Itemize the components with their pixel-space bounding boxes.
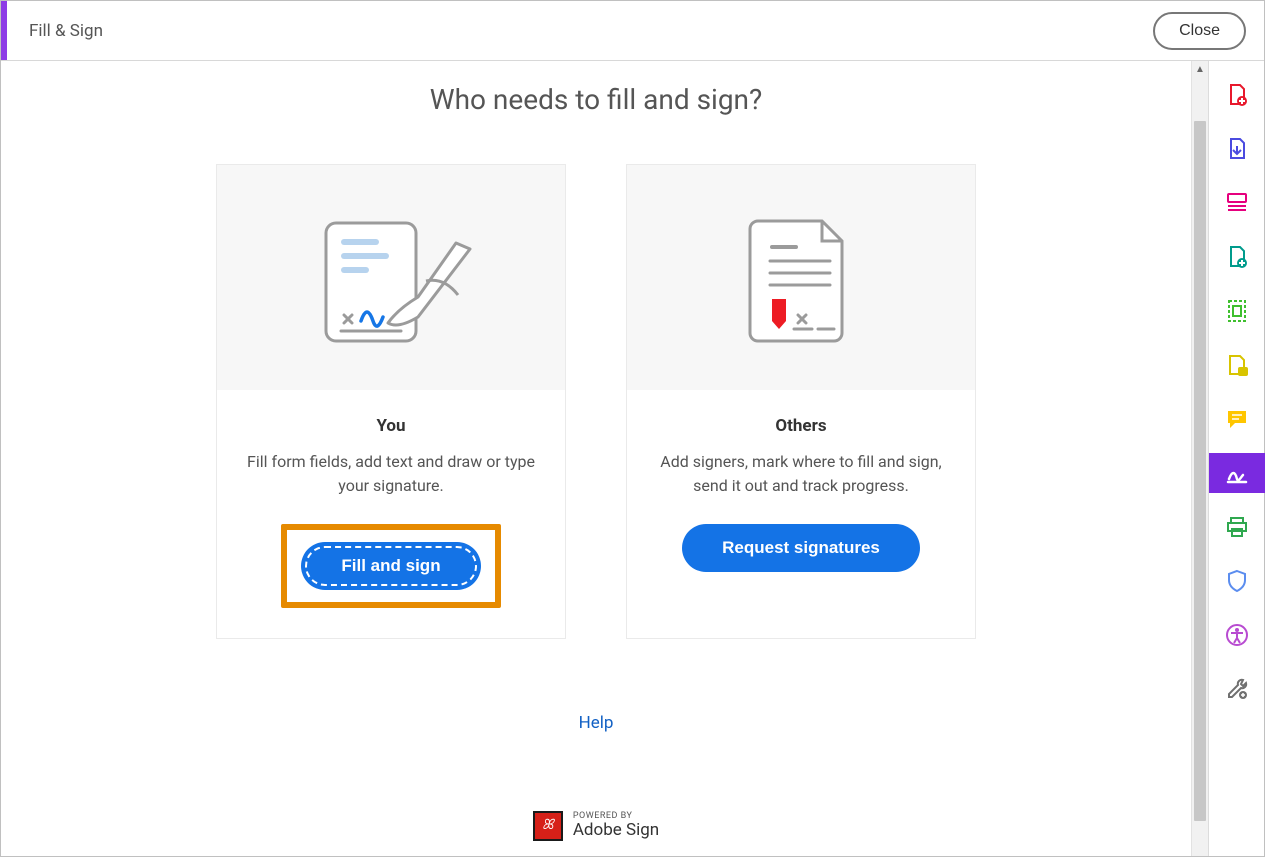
rail-print[interactable] xyxy=(1209,507,1265,547)
scroll-thumb[interactable] xyxy=(1194,121,1206,821)
comment-icon xyxy=(1225,407,1249,431)
close-button[interactable]: Close xyxy=(1153,12,1246,50)
sign-yourself-icon xyxy=(306,203,476,353)
organize-pages-icon xyxy=(1225,191,1249,215)
header-title: Fill & Sign xyxy=(29,21,103,41)
card-others-desc: Add signers, mark where to fill and sign… xyxy=(649,450,953,498)
rail-accessibility[interactable] xyxy=(1209,615,1265,655)
cards-row: You Fill form fields, add text and draw … xyxy=(1,164,1191,639)
adobe-sign-logo-icon: ꕤ xyxy=(533,811,563,841)
body-wrap: Who needs to fill and sign? xyxy=(1,61,1264,856)
fill-sign-icon xyxy=(1225,461,1249,485)
powered-product: Adobe Sign xyxy=(573,822,659,840)
more-tools-icon xyxy=(1225,677,1249,701)
create-pdf-icon xyxy=(1225,83,1249,107)
card-others: Others Add signers, mark where to fill a… xyxy=(626,164,976,639)
scroll-up-icon[interactable]: ▲ xyxy=(1192,61,1208,78)
card-others-title: Others xyxy=(649,416,953,436)
rail-compare[interactable] xyxy=(1209,345,1265,385)
request-signatures-icon xyxy=(726,203,876,353)
rail-organize-pages[interactable] xyxy=(1209,183,1265,223)
powered-by: ꕤ POWERED BY Adobe Sign xyxy=(1,811,1191,841)
compare-icon xyxy=(1225,353,1249,377)
export-pdf-icon xyxy=(1225,137,1249,161)
protect-icon xyxy=(1225,569,1249,593)
rail-protect[interactable] xyxy=(1209,561,1265,601)
card-you-illustration xyxy=(217,165,565,390)
right-tools-rail xyxy=(1208,61,1264,856)
combine-files-icon xyxy=(1225,245,1249,269)
rail-fill-sign[interactable] xyxy=(1209,453,1265,493)
rail-export-pdf[interactable] xyxy=(1209,129,1265,169)
card-you-body: You Fill form fields, add text and draw … xyxy=(217,390,565,638)
card-others-illustration xyxy=(627,165,975,390)
edit-pdf-icon xyxy=(1225,299,1249,323)
rail-combine-files[interactable] xyxy=(1209,237,1265,277)
card-you-title: You xyxy=(239,416,543,436)
tutorial-highlight: Fill and sign xyxy=(281,524,500,608)
header-accent xyxy=(1,1,7,60)
rail-comment[interactable] xyxy=(1209,399,1265,439)
vertical-scrollbar[interactable]: ▲ xyxy=(1191,61,1208,856)
header-bar: Fill & Sign Close xyxy=(1,1,1264,61)
rail-create-pdf[interactable] xyxy=(1209,75,1265,115)
rail-edit-pdf[interactable] xyxy=(1209,291,1265,331)
print-icon xyxy=(1225,515,1249,539)
main-inner: Who needs to fill and sign? xyxy=(1,83,1191,841)
main-content: Who needs to fill and sign? xyxy=(1,61,1191,856)
card-you-desc: Fill form fields, add text and draw or t… xyxy=(239,450,543,498)
powered-text: POWERED BY Adobe Sign xyxy=(573,812,659,839)
accessibility-icon xyxy=(1225,623,1249,647)
main-heading: Who needs to fill and sign? xyxy=(1,83,1191,116)
request-signatures-button[interactable]: Request signatures xyxy=(682,524,920,572)
fill-and-sign-button[interactable]: Fill and sign xyxy=(301,542,480,590)
card-you: You Fill form fields, add text and draw … xyxy=(216,164,566,639)
help-link[interactable]: Help xyxy=(579,713,614,733)
header-left: Fill & Sign xyxy=(1,1,103,60)
rail-more-tools[interactable] xyxy=(1209,669,1265,709)
card-others-body: Others Add signers, mark where to fill a… xyxy=(627,390,975,602)
